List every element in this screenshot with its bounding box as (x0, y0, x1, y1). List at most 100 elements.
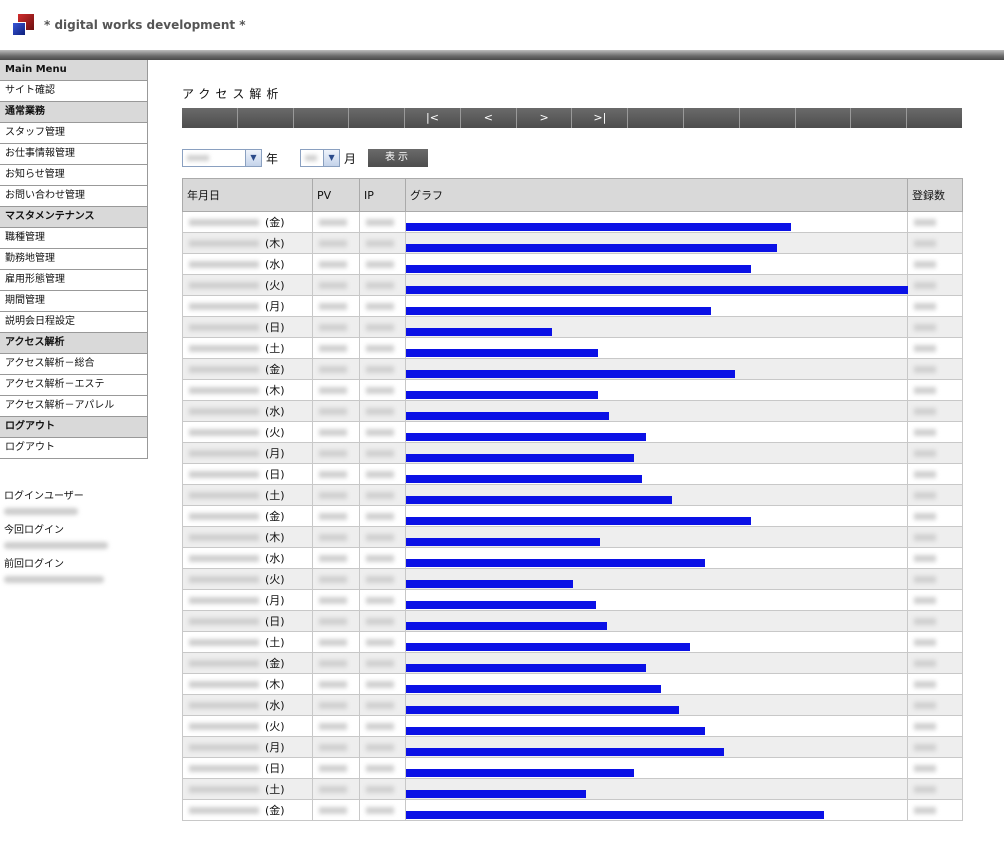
table-row: (火) (182, 421, 963, 443)
pv-cell (312, 463, 360, 485)
registration-cell (907, 757, 963, 779)
graph-bar (406, 412, 609, 420)
date-cell: (火) (182, 715, 313, 737)
sidebar-item[interactable]: お知らせ管理 (0, 165, 147, 186)
date-cell: (土) (182, 631, 313, 653)
table-row: (金) (182, 358, 963, 380)
date-cell: (火) (182, 421, 313, 443)
chevron-down-icon[interactable]: ▼ (245, 150, 261, 166)
ip-cell (359, 652, 406, 674)
login-user-label: ログインユーザー (4, 491, 84, 502)
date-cell: (木) (182, 526, 313, 548)
day-of-week: (水) (265, 699, 285, 712)
chevron-down-icon[interactable]: ▼ (323, 150, 340, 166)
graph-bar (406, 475, 642, 483)
pv-cell (312, 568, 360, 590)
date-filter: ▼ 年 ▼ 月 表示 (182, 149, 429, 167)
sidebar-item[interactable]: 勤務地管理 (0, 249, 147, 270)
graph-bar (406, 265, 751, 273)
sidebar-section-heading: ログアウト (0, 417, 147, 438)
graph-bar (406, 727, 705, 735)
table-row: (火) (182, 274, 963, 296)
day-of-week: (月) (265, 594, 285, 607)
graph-bar (406, 748, 724, 756)
graph-cell (405, 358, 908, 380)
graph-bar (406, 391, 598, 399)
pager-button[interactable]: >| (572, 108, 629, 128)
day-of-week: (日) (265, 468, 285, 481)
sidebar-item[interactable]: 期間管理 (0, 291, 147, 312)
ip-cell (359, 547, 406, 569)
graph-bar (406, 643, 690, 651)
pv-cell (312, 400, 360, 422)
day-of-week: (木) (265, 237, 285, 250)
date-cell: (月) (182, 295, 313, 317)
pager-bar: |< < > >| (182, 108, 962, 128)
sidebar-menu: Main Menu サイト確認 通常業務 スタッフ管理 お仕事情報管理 お知らせ管理 お問い… (0, 60, 148, 459)
pager-spacer (739, 108, 796, 128)
pv-cell (312, 715, 360, 737)
login-user-value (4, 507, 144, 521)
date-cell: (土) (182, 337, 313, 359)
pager-button[interactable]: > (516, 108, 573, 128)
pager-spacer (851, 108, 908, 128)
sidebar-item[interactable]: 職種管理 (0, 228, 147, 249)
pager-button[interactable]: |< (405, 108, 461, 128)
sidebar-item[interactable]: ログアウト (0, 438, 147, 459)
sidebar-item[interactable]: お仕事情報管理 (0, 144, 147, 165)
sidebar-item[interactable]: スタッフ管理 (0, 123, 147, 144)
graph-cell (405, 799, 908, 821)
graph-cell (405, 568, 908, 590)
ip-cell (359, 274, 406, 296)
registration-cell (907, 211, 963, 233)
column-header: IP (359, 178, 406, 212)
graph-bar (406, 433, 646, 441)
registration-cell (907, 652, 963, 674)
sidebar-section-heading: 通常業務 (0, 102, 147, 123)
pv-cell (312, 673, 360, 695)
graph-cell (405, 295, 908, 317)
page-title: アクセス解析 (182, 87, 284, 101)
ip-cell (359, 316, 406, 338)
day-of-week: (火) (265, 573, 285, 586)
graph-cell (405, 400, 908, 422)
date-cell: (金) (182, 652, 313, 674)
graph-bar (406, 244, 777, 252)
registration-cell (907, 316, 963, 338)
day-of-week: (日) (265, 762, 285, 775)
date-cell: (土) (182, 778, 313, 800)
ip-cell (359, 736, 406, 758)
sidebar-item[interactable]: 説明会日程設定 (0, 312, 147, 333)
ip-cell (359, 568, 406, 590)
ip-cell (359, 757, 406, 779)
sidebar-item[interactable]: アクセス解析－総合 (0, 354, 147, 375)
pv-cell (312, 694, 360, 716)
date-cell: (木) (182, 673, 313, 695)
month-select[interactable]: ▼ (300, 149, 341, 167)
pv-cell (312, 526, 360, 548)
sidebar-section-heading: Main Menu (0, 60, 147, 81)
table-row: (月) (182, 442, 963, 464)
day-of-week: (金) (265, 363, 285, 376)
day-of-week: (木) (265, 531, 285, 544)
year-select[interactable]: ▼ (182, 149, 262, 167)
pv-cell (312, 316, 360, 338)
day-of-week: (火) (265, 279, 285, 292)
pager-button[interactable]: < (460, 108, 517, 128)
table-row: (木) (182, 673, 963, 695)
day-of-week: (土) (265, 783, 285, 796)
graph-bar (406, 580, 573, 588)
date-cell: (金) (182, 211, 313, 233)
sidebar-item[interactable]: お問い合わせ管理 (0, 186, 147, 207)
graph-bar (406, 307, 711, 315)
date-cell: (金) (182, 799, 313, 821)
sidebar-item[interactable]: 雇用形態管理 (0, 270, 147, 291)
pv-cell (312, 295, 360, 317)
ip-cell (359, 484, 406, 506)
pv-cell (312, 631, 360, 653)
sidebar-item[interactable]: サイト確認 (0, 81, 147, 102)
sidebar-item[interactable]: アクセス解析－エステ (0, 375, 147, 396)
show-button[interactable]: 表示 (368, 149, 429, 167)
sidebar-item[interactable]: アクセス解析－アパレル (0, 396, 147, 417)
graph-cell (405, 694, 908, 716)
